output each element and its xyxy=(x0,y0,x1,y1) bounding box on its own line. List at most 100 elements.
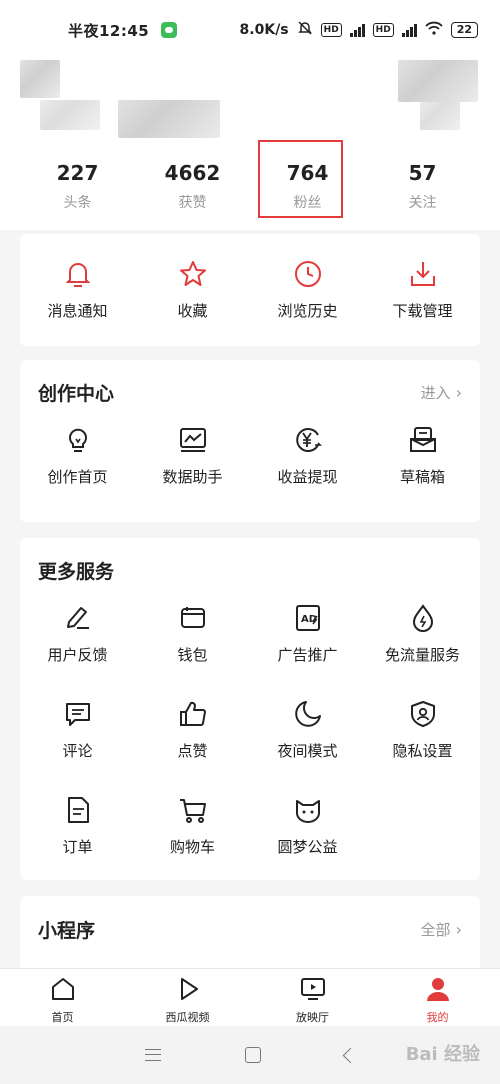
stat-value: 227 xyxy=(56,161,99,185)
stat-label: 关注 xyxy=(408,195,437,211)
stat-articles[interactable]: 227 头条 xyxy=(20,158,135,212)
signal-icon-2 xyxy=(401,23,417,37)
cart-icon xyxy=(177,794,209,826)
clock-icon xyxy=(292,258,324,290)
item-label: 订单 xyxy=(62,838,93,856)
item-label: 数据助手 xyxy=(162,468,223,486)
service-privacy[interactable]: 隐私设置 xyxy=(365,698,480,794)
item-label: 圆梦公益 xyxy=(277,838,338,856)
item-label: 夜间模式 xyxy=(277,742,338,760)
item-label: 点赞 xyxy=(177,742,208,760)
tab-cinema[interactable]: 放映厅 xyxy=(250,969,375,1026)
chart-monitor-icon xyxy=(177,424,209,456)
quick-action-notifications[interactable]: 消息通知 xyxy=(20,258,135,321)
item-label: 广告推广 xyxy=(277,646,338,664)
tab-me[interactable]: 我的 xyxy=(375,969,500,1026)
tab-label: 西瓜视频 xyxy=(165,1011,210,1024)
service-charity[interactable]: 圆梦公益 xyxy=(250,794,365,890)
drafts-box[interactable]: 草稿箱 xyxy=(365,424,480,487)
stat-label: 获赞 xyxy=(178,195,207,211)
service-feedback[interactable]: 用户反馈 xyxy=(20,602,135,698)
wifi-icon xyxy=(425,21,443,39)
quick-action-label: 消息通知 xyxy=(47,302,108,320)
user-icon xyxy=(424,975,452,1007)
service-orders[interactable]: 订单 xyxy=(20,794,135,890)
status-time: 半夜12:45 xyxy=(68,21,150,40)
battery-icon: 22 xyxy=(450,22,478,38)
pen-icon xyxy=(62,602,94,634)
quick-action-favorites[interactable]: 收藏 xyxy=(135,258,250,321)
quick-action-label: 下载管理 xyxy=(392,302,453,320)
item-label: 草稿箱 xyxy=(399,468,445,486)
tab-label: 我的 xyxy=(426,1011,449,1024)
item-label: 创作首页 xyxy=(47,468,108,486)
section-title: 更多服务 xyxy=(38,560,115,583)
section-title: 小程序 xyxy=(38,919,96,942)
bottom-tab-bar: 首页 西瓜视频 放映厅 我的 xyxy=(0,968,500,1026)
tab-label: 首页 xyxy=(51,1011,74,1024)
profile-header: 227 头条 4662 获赞 764 粉丝 57 关注 xyxy=(0,60,500,230)
service-cart[interactable]: 购物车 xyxy=(135,794,250,890)
bell-icon xyxy=(62,258,94,290)
creation-home[interactable]: 创作首页 xyxy=(20,424,135,487)
network-speed: 8.0K/s xyxy=(239,22,289,38)
stat-value: 57 xyxy=(408,161,437,185)
tab-home[interactable]: 首页 xyxy=(0,969,125,1026)
stat-label: 头条 xyxy=(63,195,92,211)
cat-icon xyxy=(292,794,324,826)
followers-highlight-box xyxy=(258,140,343,218)
order-icon xyxy=(62,794,94,826)
stat-likes[interactable]: 4662 获赞 xyxy=(135,158,250,212)
play-icon xyxy=(174,975,202,1007)
stats-row: 227 头条 4662 获赞 764 粉丝 57 关注 xyxy=(0,158,500,212)
wallet-icon xyxy=(177,602,209,634)
service-comments[interactable]: 评论 xyxy=(20,698,135,794)
hd-icon: HD xyxy=(320,23,342,37)
header-right-icon-lower xyxy=(420,102,460,130)
status-right: 8.0K/s HD HD 22 xyxy=(240,20,478,40)
earnings-withdraw[interactable]: 收益提现 xyxy=(250,424,365,487)
item-label: 隐私设置 xyxy=(392,742,453,760)
avatar[interactable] xyxy=(20,60,60,98)
service-data-free[interactable]: 免流量服务 xyxy=(365,602,480,698)
comment-icon xyxy=(62,698,94,730)
yuan-icon xyxy=(292,424,324,456)
view-all-link[interactable]: 全部 xyxy=(421,919,463,940)
ad-icon: AD xyxy=(292,602,324,634)
data-assistant[interactable]: 数据助手 xyxy=(135,424,250,487)
quick-action-label: 收藏 xyxy=(177,302,208,320)
thumb-icon xyxy=(177,698,209,730)
creation-center-card: 创作中心 进入 创作首页 数据助手 收益提现 草稿箱 xyxy=(20,360,480,522)
watermark: Bai 经验 xyxy=(405,1044,480,1065)
wechat-notification-icon xyxy=(161,22,178,38)
star-icon xyxy=(177,258,209,290)
item-label: 收益提现 xyxy=(277,468,338,486)
quick-action-downloads[interactable]: 下载管理 xyxy=(365,258,480,321)
service-ads[interactable]: AD 广告推广 xyxy=(250,602,365,698)
avatar-blur-lower xyxy=(40,100,100,130)
item-label: 购物车 xyxy=(169,838,215,856)
stat-following[interactable]: 57 关注 xyxy=(365,158,480,212)
header-right-icon[interactable] xyxy=(398,60,478,102)
quick-action-history[interactable]: 浏览历史 xyxy=(250,258,365,321)
hd-icon-2: HD xyxy=(372,23,394,37)
bulb-icon xyxy=(62,424,94,456)
quick-action-label: 浏览历史 xyxy=(277,302,338,320)
tab-label: 放映厅 xyxy=(296,1011,329,1024)
item-label: 评论 xyxy=(62,742,93,760)
drop-icon xyxy=(407,602,439,634)
item-label: 用户反馈 xyxy=(47,646,108,664)
back-icon[interactable] xyxy=(342,1047,358,1063)
drafts-icon xyxy=(407,424,439,456)
item-label: 免流量服务 xyxy=(384,646,460,664)
stat-value: 4662 xyxy=(164,161,221,185)
home-icon xyxy=(49,975,77,1007)
enter-link[interactable]: 进入 xyxy=(421,382,463,403)
menu-icon[interactable] xyxy=(144,1049,161,1061)
home-square-icon[interactable] xyxy=(244,1047,261,1063)
service-wallet[interactable]: 钱包 xyxy=(135,602,250,698)
service-likes[interactable]: 点赞 xyxy=(135,698,250,794)
tab-xigua-video[interactable]: 西瓜视频 xyxy=(125,969,250,1026)
quick-actions-card: 消息通知 收藏 浏览历史 下载管理 xyxy=(20,234,480,346)
service-night-mode[interactable]: 夜间模式 xyxy=(250,698,365,794)
